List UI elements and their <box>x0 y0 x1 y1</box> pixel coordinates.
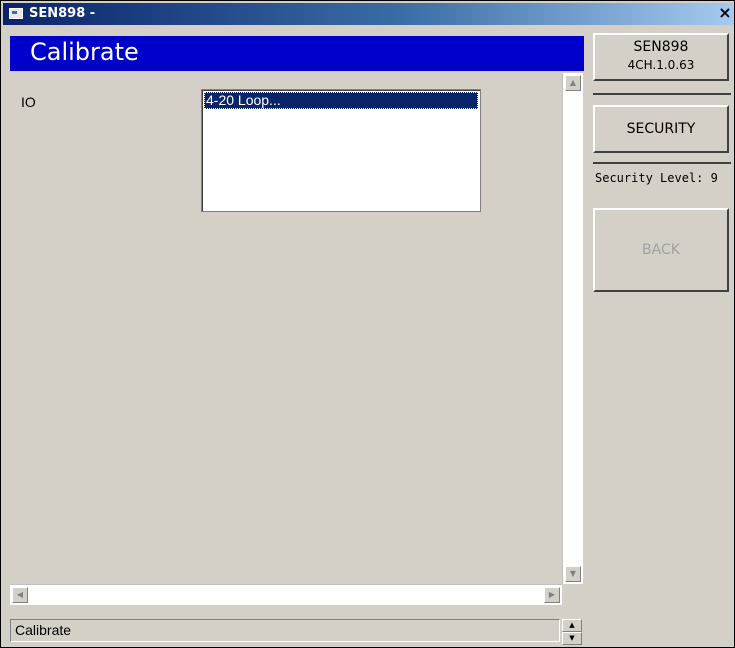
security-level-text: Security Level: 9 <box>595 171 718 185</box>
scroll-right-arrow-icon[interactable]: ▶ <box>544 587 560 603</box>
scroll-down-arrow-icon[interactable]: ▼ <box>565 566 581 582</box>
horizontal-scrollbar[interactable]: ◀ ▶ <box>10 584 562 605</box>
panel-divider <box>593 93 731 95</box>
right-panel: SEN898 4CH.1.0.63 SECURITY Security Leve… <box>591 25 734 645</box>
io-label: IO <box>21 94 36 110</box>
page-header: Calibrate <box>10 36 584 71</box>
spinner-down-icon[interactable]: ▼ <box>562 632 582 645</box>
scrollbar-corner <box>562 584 584 604</box>
security-button[interactable]: SECURITY <box>593 105 729 153</box>
io-list-item-selected[interactable]: 4-20 Loop... <box>204 92 478 109</box>
scroll-up-arrow-icon[interactable]: ▲ <box>565 75 581 91</box>
spinner-up-icon[interactable]: ▲ <box>562 619 582 632</box>
panel-divider <box>593 162 731 164</box>
scroll-left-arrow-icon[interactable]: ◀ <box>12 587 28 603</box>
firmware-version: 4CH.1.0.63 <box>627 58 695 72</box>
application-window: SEN898 - × Calibrate IO 4-20 Loop... ▲ ▼… <box>0 0 735 648</box>
vertical-scrollbar[interactable]: ▲ ▼ <box>562 73 583 584</box>
device-name: SEN898 <box>633 39 689 55</box>
window-title: SEN898 - <box>29 6 96 21</box>
status-spinner[interactable]: ▲ ▼ <box>562 619 582 645</box>
app-window-icon <box>9 8 23 19</box>
close-icon[interactable]: × <box>718 3 732 23</box>
back-button[interactable]: BACK <box>593 208 729 292</box>
device-info-button[interactable]: SEN898 4CH.1.0.63 <box>593 33 729 81</box>
page-title: Calibrate <box>30 38 139 66</box>
status-bar-field: Calibrate <box>10 619 560 642</box>
io-listbox[interactable]: 4-20 Loop... <box>201 89 481 212</box>
title-bar[interactable]: SEN898 - × <box>3 3 734 25</box>
